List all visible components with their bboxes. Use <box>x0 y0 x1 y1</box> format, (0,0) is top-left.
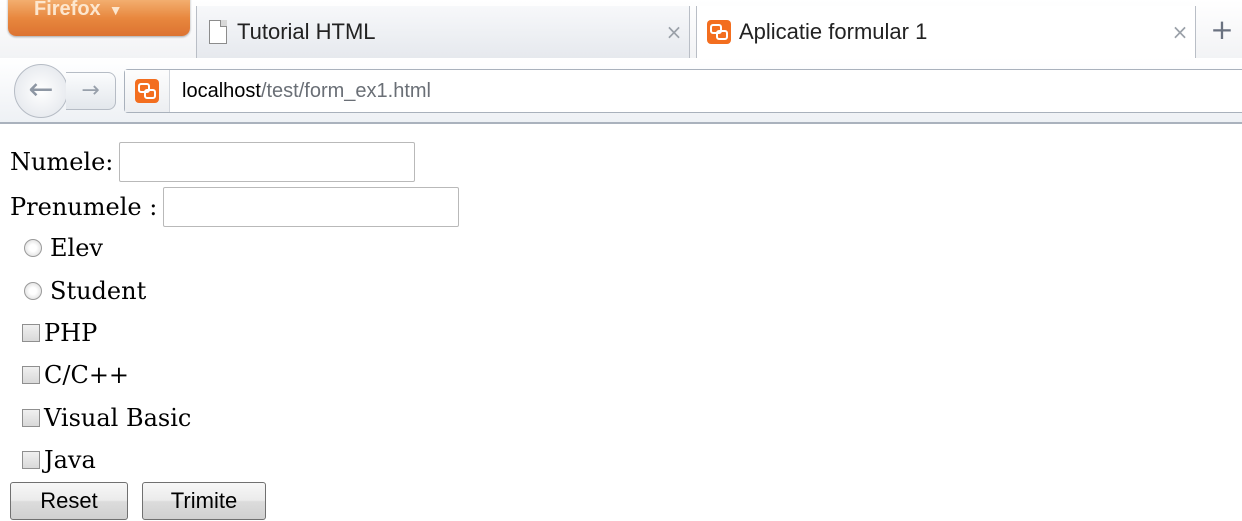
checkbox-row-cpp: C/C++ <box>10 361 129 389</box>
checkbox-row-java: Java <box>10 446 96 474</box>
browser-window: Firefox ▼ Tutorial HTML × Aplicatie formu… <box>0 0 1242 521</box>
radio-row-elev: Elev <box>10 234 103 262</box>
prenumele-label: Prenumele : <box>10 193 158 221</box>
tab-strip: Firefox ▼ Tutorial HTML × Aplicatie formu… <box>0 0 1242 58</box>
visual-basic-checkbox[interactable] <box>22 409 40 427</box>
visual-basic-label: Visual Basic <box>44 404 192 432</box>
new-tab-button[interactable]: + <box>1202 10 1242 54</box>
elev-label: Elev <box>50 234 103 262</box>
submit-button[interactable]: Trimite <box>142 482 266 520</box>
cpp-checkbox[interactable] <box>22 366 40 384</box>
url-path: /test/form_ex1.html <box>260 79 431 102</box>
numele-input[interactable] <box>119 142 416 182</box>
java-label: Java <box>44 446 96 474</box>
tab-title: Tutorial HTML <box>237 19 376 44</box>
php-checkbox[interactable] <box>22 324 40 342</box>
field-row-numele: Numele: <box>10 142 416 182</box>
page-icon <box>209 20 227 44</box>
checkbox-row-php: PHP <box>10 319 97 347</box>
java-checkbox[interactable] <box>22 451 40 469</box>
site-identity-button[interactable] <box>125 70 170 112</box>
reset-button[interactable]: Reset <box>10 482 128 520</box>
back-arrow-icon: ← <box>28 72 54 107</box>
checkbox-row-visual-basic: Visual Basic <box>10 404 191 432</box>
chevron-down-icon: ▼ <box>108 2 123 18</box>
close-icon[interactable]: × <box>1165 20 1195 44</box>
back-button[interactable]: ← <box>14 64 68 118</box>
firefox-menu-button[interactable]: Firefox ▼ <box>8 0 190 36</box>
radio-row-student: Student <box>10 277 146 305</box>
numele-label: Numele: <box>10 148 114 176</box>
forward-button[interactable]: → <box>66 72 116 110</box>
student-label: Student <box>50 277 147 305</box>
url-bar[interactable]: localhost/test/form_ex1.html <box>124 69 1242 113</box>
cpp-label: C/C++ <box>44 361 130 389</box>
xampp-icon <box>707 20 731 44</box>
forward-arrow-icon: → <box>81 78 100 103</box>
prenumele-input[interactable] <box>163 187 460 227</box>
tab-tutorial-html[interactable]: Tutorial HTML × <box>196 6 690 58</box>
field-row-prenumele: Prenumele : <box>10 187 460 227</box>
firefox-menu-label: Firefox <box>34 0 101 20</box>
student-radio[interactable] <box>24 282 42 300</box>
xampp-icon <box>135 79 159 103</box>
tab-aplicatie-formular[interactable]: Aplicatie formular 1 × <box>696 6 1196 58</box>
url-host: localhost <box>182 79 261 102</box>
elev-radio[interactable] <box>24 239 42 257</box>
php-label: PHP <box>44 319 98 347</box>
close-icon[interactable]: × <box>659 20 689 44</box>
navigation-bar: ← → localhost/test/form_ex1.html <box>0 58 1242 124</box>
tab-title: Aplicatie formular 1 <box>739 19 928 44</box>
